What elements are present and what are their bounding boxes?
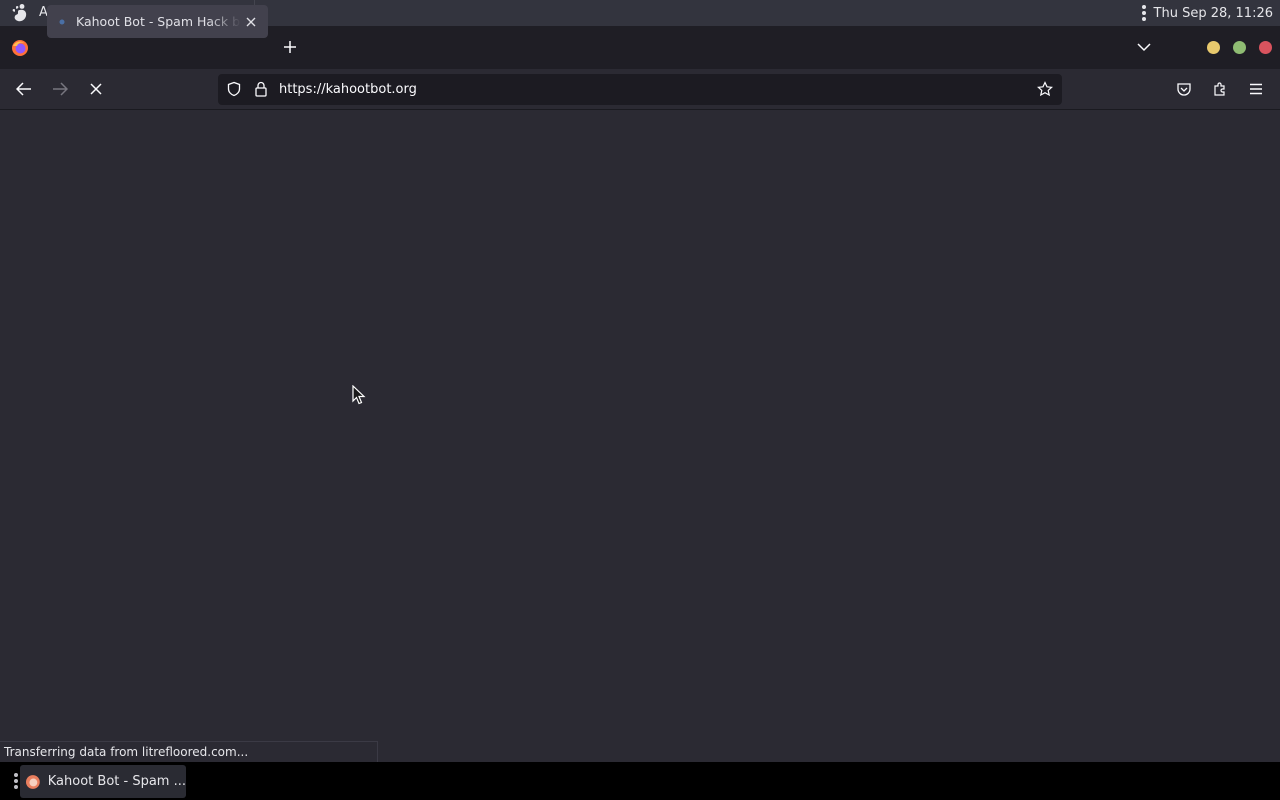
window-close-button[interactable] — [1259, 41, 1272, 54]
gnome-foot-icon[interactable] — [9, 2, 31, 24]
firefox-icon — [25, 774, 40, 789]
url-bar[interactable] — [218, 74, 1062, 105]
stop-loading-icon[interactable] — [87, 80, 105, 98]
tab-close-icon[interactable] — [243, 14, 259, 30]
tracking-shield-icon[interactable] — [226, 81, 242, 97]
firefox-icon[interactable] — [11, 39, 29, 57]
taskbar-window-button[interactable]: Kahoot Bot - Spam ... — [20, 765, 186, 798]
panel-clock[interactable]: Thu Sep 28, 11:26 — [1154, 6, 1280, 21]
tab-title: Kahoot Bot - Spam Hack bot — [76, 14, 241, 29]
new-tab-icon[interactable] — [281, 38, 299, 56]
mouse-cursor-icon — [352, 385, 366, 405]
hamburger-menu-icon[interactable] — [1247, 80, 1265, 98]
chevron-down-icon[interactable] — [1135, 38, 1153, 56]
panel-handle-icon — [1141, 5, 1146, 21]
back-arrow-icon[interactable] — [15, 80, 33, 98]
extensions-puzzle-icon[interactable] — [1211, 80, 1229, 98]
window-minimize-button[interactable] — [1207, 41, 1220, 54]
taskbar-window-label: Kahoot Bot - Spam ... — [47, 774, 186, 789]
loading-dot-icon — [55, 15, 69, 29]
url-input[interactable] — [279, 74, 1019, 105]
status-panel: Transferring data from litrefloored.com.… — [0, 741, 378, 762]
window-maximize-button[interactable] — [1233, 41, 1246, 54]
lock-icon[interactable] — [254, 81, 268, 97]
page-content[interactable] — [0, 110, 1280, 762]
bookmark-star-icon[interactable] — [1037, 81, 1053, 97]
taskbar-handle-icon — [14, 773, 18, 789]
forward-arrow-icon[interactable] — [51, 80, 69, 98]
tab-active[interactable]: Kahoot Bot - Spam Hack bot — [47, 5, 268, 38]
pocket-icon[interactable] — [1175, 80, 1193, 98]
navigation-toolbar — [0, 69, 1280, 110]
bottom-taskbar: Kahoot Bot - Spam ... — [0, 762, 1280, 800]
